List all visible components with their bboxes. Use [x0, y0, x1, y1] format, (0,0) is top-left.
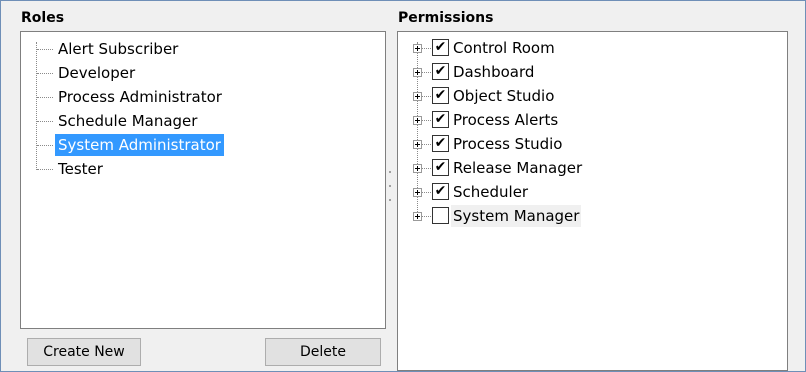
splitter-handle[interactable]	[385, 161, 395, 221]
expand-plus-icon[interactable]	[413, 212, 422, 221]
tree-connector	[37, 73, 53, 74]
roles-permissions-panel: Roles Alert Subscriber Developer Process A…	[0, 0, 806, 372]
permissions-tree[interactable]: ✔ Control Room ✔ Dashboard ✔ Object Studio ✔ Pr…	[397, 31, 788, 371]
permission-item[interactable]: ✔ Scheduler	[398, 181, 778, 203]
tree-connector	[422, 72, 431, 73]
expand-plus-icon[interactable]	[413, 92, 422, 101]
tree-connector	[37, 97, 53, 98]
permission-checkbox[interactable]: ✔	[432, 39, 449, 56]
permission-checkbox[interactable]: ✔	[432, 135, 449, 152]
tree-connector	[422, 144, 431, 145]
permission-label: System Manager	[451, 205, 582, 227]
permission-label: Release Manager	[453, 159, 583, 177]
permission-label: Dashboard	[453, 63, 535, 81]
check-mark-icon: ✔	[434, 87, 447, 103]
permission-label: Scheduler	[453, 183, 529, 201]
check-mark-icon: ✔	[434, 183, 447, 199]
roles-title: Roles	[21, 10, 65, 26]
permission-item[interactable]: ✔ Object Studio	[398, 85, 778, 107]
tree-connector	[37, 49, 53, 50]
permission-item[interactable]: ✔ Process Alerts	[398, 109, 778, 131]
tree-connector	[422, 216, 431, 217]
role-label: System Administrator	[55, 134, 224, 156]
permission-checkbox[interactable]: ✔	[432, 159, 449, 176]
role-label: Tester	[58, 160, 103, 178]
role-label: Alert Subscriber	[58, 40, 179, 58]
expand-plus-icon[interactable]	[413, 188, 422, 197]
permission-item[interactable]: ✔ Dashboard	[398, 61, 778, 83]
permission-label: Object Studio	[453, 87, 555, 105]
tree-connector	[37, 121, 53, 122]
tree-connector	[37, 145, 53, 146]
permission-item[interactable]: ✔ Release Manager	[398, 157, 778, 179]
tree-connector	[422, 120, 431, 121]
permission-item[interactable]: System Manager	[398, 205, 778, 227]
expand-plus-icon[interactable]	[413, 44, 422, 53]
permission-checkbox[interactable]	[432, 207, 449, 224]
expand-plus-icon[interactable]	[413, 68, 422, 77]
expand-plus-icon[interactable]	[413, 164, 422, 173]
delete-button[interactable]: Delete	[265, 338, 381, 366]
permission-checkbox[interactable]: ✔	[432, 87, 449, 104]
permission-item[interactable]: ✔ Process Studio	[398, 133, 778, 155]
roles-tree-line	[36, 42, 37, 170]
permissions-title: Permissions	[398, 10, 494, 26]
permission-label: Control Room	[453, 39, 555, 57]
expand-plus-icon[interactable]	[413, 116, 422, 125]
tree-connector	[422, 168, 431, 169]
tree-connector	[37, 169, 53, 170]
check-mark-icon: ✔	[434, 111, 447, 127]
roles-list[interactable]: Alert Subscriber Developer Process Adminis…	[20, 31, 386, 329]
check-mark-icon: ✔	[434, 63, 447, 79]
tree-connector	[422, 96, 431, 97]
tree-connector	[422, 48, 431, 49]
check-mark-icon: ✔	[434, 39, 447, 55]
permission-checkbox[interactable]: ✔	[432, 111, 449, 128]
role-label: Process Administrator	[58, 88, 222, 106]
expand-plus-icon[interactable]	[413, 140, 422, 149]
create-new-button[interactable]: Create New	[27, 338, 141, 366]
permission-label: Process Alerts	[453, 111, 559, 129]
permission-checkbox[interactable]: ✔	[432, 63, 449, 80]
permission-checkbox[interactable]: ✔	[432, 183, 449, 200]
role-label: Developer	[58, 64, 136, 82]
check-mark-icon: ✔	[434, 135, 447, 151]
permission-label: Process Studio	[453, 135, 563, 153]
role-label: Schedule Manager	[58, 112, 198, 130]
tree-connector	[422, 192, 431, 193]
permission-item[interactable]: ✔ Control Room	[398, 37, 778, 59]
check-mark-icon: ✔	[434, 159, 447, 175]
